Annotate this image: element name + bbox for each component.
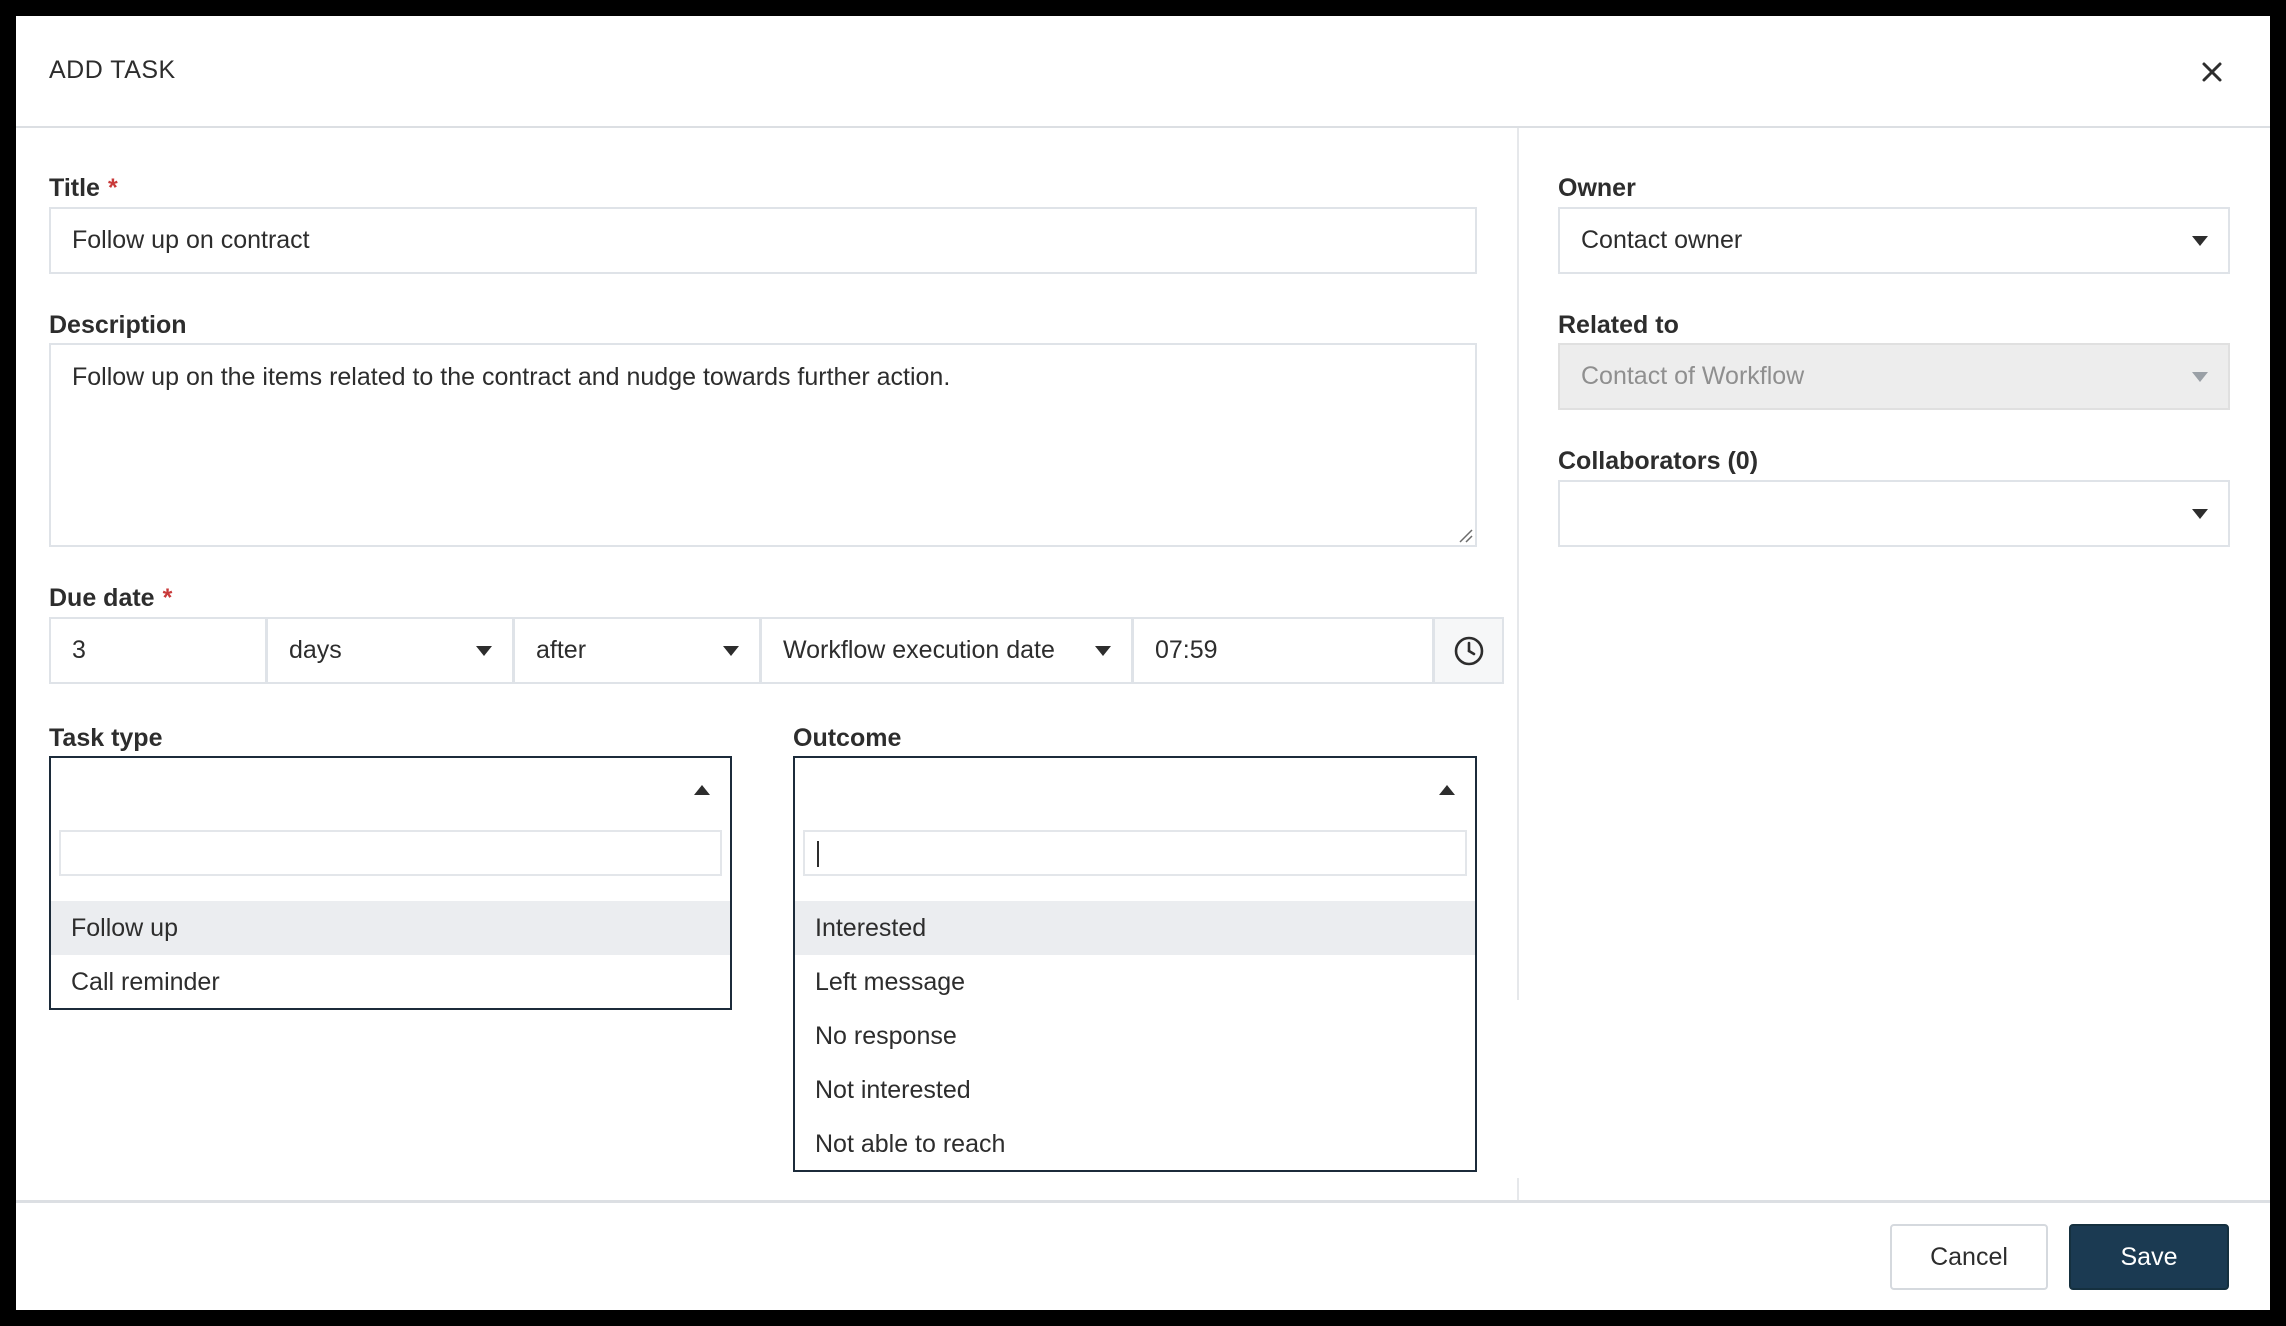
task-type-select[interactable] [49, 756, 732, 824]
cancel-button[interactable]: Cancel [1890, 1224, 2048, 1290]
required-mark: * [162, 584, 173, 612]
outcome-dropdown: Interested Left message No response Not … [793, 822, 1477, 1172]
due-date-amount-input[interactable]: 3 [49, 617, 267, 684]
resize-handle-icon[interactable] [1457, 527, 1473, 543]
due-date-unit-select[interactable]: days [266, 617, 514, 684]
due-time-value: 07:59 [1155, 636, 1218, 664]
chevron-up-icon [694, 785, 710, 795]
outcome-option[interactable]: No response [795, 1009, 1475, 1063]
outcome-search-input[interactable] [803, 830, 1467, 876]
title-label: Title * [49, 174, 118, 202]
text-cursor [817, 841, 819, 867]
add-task-dialog: ADD TASK Title * Follow up on contract De… [16, 16, 2270, 1310]
related-to-label: Related to [1558, 311, 1679, 339]
description-value: Follow up on the items related to the co… [72, 363, 951, 391]
task-type-dropdown: Follow up Call reminder [49, 822, 732, 1010]
save-button[interactable]: Save [2069, 1224, 2229, 1290]
dialog-header: ADD TASK [16, 16, 2270, 128]
due-date-label: Due date * [49, 584, 173, 612]
outcome-option[interactable]: Not interested [795, 1063, 1475, 1117]
outcome-option[interactable]: Interested [795, 901, 1475, 955]
dialog-title: ADD TASK [49, 56, 176, 84]
due-date-unit-value: days [289, 636, 342, 664]
column-divider [1517, 128, 1519, 1000]
title-input-value: Follow up on contract [72, 226, 310, 254]
due-date-relation-select[interactable]: after [513, 617, 761, 684]
task-type-search-input[interactable] [59, 830, 722, 876]
outcome-option[interactable]: Not able to reach [795, 1117, 1475, 1171]
outcome-select[interactable] [793, 756, 1477, 824]
description-label: Description [49, 311, 187, 339]
description-textarea[interactable]: Follow up on the items related to the co… [49, 343, 1477, 547]
chevron-up-icon [1439, 785, 1455, 795]
owner-select[interactable]: Contact owner [1558, 207, 2230, 274]
time-picker-button[interactable] [1433, 617, 1504, 684]
due-date-relation-value: after [536, 636, 587, 664]
close-icon [2202, 62, 2222, 82]
related-to-select: Contact of Workflow [1558, 343, 2230, 410]
chevron-down-icon [1095, 645, 1111, 656]
due-time-input[interactable]: 07:59 [1132, 617, 1434, 684]
task-type-option[interactable]: Call reminder [51, 955, 730, 1009]
related-to-value: Contact of Workflow [1581, 362, 1805, 390]
chevron-down-icon [723, 645, 739, 656]
outcome-label: Outcome [793, 724, 902, 752]
clock-icon [1454, 636, 1483, 665]
close-button[interactable] [2194, 54, 2230, 90]
due-date-anchor-value: Workflow execution date [783, 636, 1055, 664]
task-type-label: Task type [49, 724, 163, 752]
chevron-down-icon [2192, 371, 2208, 382]
title-input[interactable]: Follow up on contract [49, 207, 1477, 274]
task-type-option[interactable]: Follow up [51, 901, 730, 955]
required-mark: * [107, 174, 118, 202]
owner-label: Owner [1558, 174, 1636, 202]
outcome-option[interactable]: Left message [795, 955, 1475, 1009]
due-date-amount-value: 3 [72, 636, 86, 664]
collaborators-label: Collaborators (0) [1558, 447, 1759, 475]
chevron-down-icon [2192, 235, 2208, 246]
due-date-anchor-select[interactable]: Workflow execution date [760, 617, 1133, 684]
chevron-down-icon [2192, 508, 2208, 519]
chevron-down-icon [476, 645, 492, 656]
owner-value: Contact owner [1581, 226, 1743, 254]
collaborators-select[interactable] [1558, 480, 2230, 547]
